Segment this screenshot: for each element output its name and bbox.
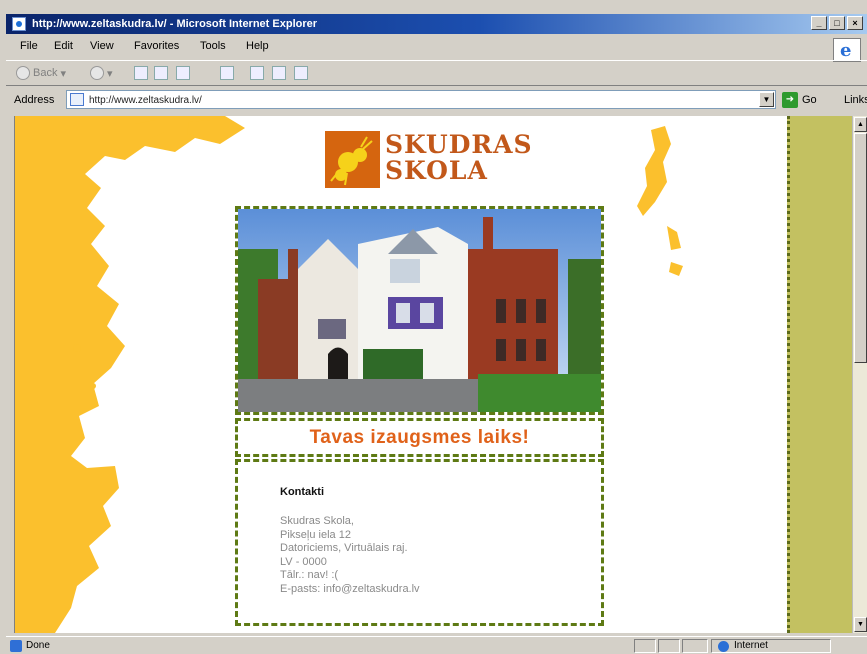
menu-favorites[interactable]: Favorites [134, 40, 179, 52]
refresh-icon [154, 66, 168, 80]
address-dropdown-button[interactable]: ▼ [759, 92, 774, 107]
status-text: Done [26, 640, 50, 651]
logo-text-line1: SKUDRAS [385, 130, 533, 159]
links-button[interactable]: Links [844, 94, 867, 106]
school-logo[interactable]: SKUDRAS SKOLA [325, 131, 532, 189]
favorites-star-icon [250, 66, 264, 80]
ie-page-icon [12, 17, 26, 31]
forward-arrow-icon [90, 66, 104, 80]
back-button[interactable]: Back ▾ [16, 66, 66, 80]
school-photo-frame [235, 206, 604, 415]
mail-icon [294, 66, 308, 80]
globe-icon [718, 641, 729, 652]
status-cell [634, 639, 656, 653]
contact-heading: Kontakti [280, 486, 324, 498]
contact-line: Skudras Skola, [280, 515, 354, 527]
menu-file[interactable]: File [20, 40, 38, 52]
contact-line: Pikseļu iela 12 [280, 528, 351, 541]
menu-tools[interactable]: Tools [200, 40, 226, 52]
scroll-up-button[interactable]: ▲ [854, 117, 867, 132]
minimize-button[interactable]: _ [811, 16, 827, 30]
url-input[interactable] [89, 93, 749, 107]
back-dropdown-icon: ▾ [60, 67, 66, 80]
ie-throbber-logo: e [833, 38, 861, 62]
zone-label: Internet [734, 640, 768, 651]
forward-dropdown-icon: ▾ [107, 67, 113, 80]
security-zone: Internet [711, 639, 831, 653]
page-done-icon [10, 640, 22, 652]
page-icon [70, 93, 84, 106]
standard-toolbar: Back ▾ ▾ [6, 60, 867, 86]
window-title: http://www.zeltaskudra.lv/ - Microsoft I… [32, 18, 318, 30]
back-label: Back [33, 67, 58, 79]
refresh-button[interactable] [154, 66, 168, 80]
address-bar: Address ▼ ➜ Go Links [6, 88, 867, 112]
vertical-scrollbar[interactable]: ▲ ▼ [852, 116, 867, 633]
scroll-thumb[interactable] [854, 133, 867, 363]
stop-button[interactable] [134, 66, 148, 80]
slogan-text: Tavas izaugsmes laiks! [309, 427, 530, 448]
search-icon [220, 66, 234, 80]
scroll-down-button[interactable]: ▼ [854, 617, 867, 632]
go-arrow-icon: ➜ [782, 91, 798, 108]
back-arrow-icon [16, 66, 30, 80]
history-button[interactable] [272, 66, 286, 80]
contact-details: Skudras Skola, Pikseļu iela 12 Datoricie… [280, 515, 420, 596]
menu-edit[interactable]: Edit [54, 40, 73, 52]
contact-line: LV - 0000 [280, 555, 327, 568]
right-side-panel [787, 116, 852, 633]
page-viewport: SKUDRAS SKOLA Tavas izaugsmes laiks! Kon… [14, 116, 852, 633]
menu-bar: File Edit View Favorites Tools Help [6, 36, 867, 56]
contact-email[interactable]: E-pasts: info@zeltaskudra.lv [280, 583, 420, 597]
stop-icon [134, 66, 148, 80]
contact-box: Kontakti Skudras Skola, Pikseļu iela 12 … [235, 459, 604, 626]
title-bar: http://www.zeltaskudra.lv/ - Microsoft I… [6, 14, 867, 34]
address-field[interactable]: ▼ [66, 90, 776, 109]
favorites-button[interactable] [250, 66, 264, 80]
slogan-box: Tavas izaugsmes laiks! [235, 418, 604, 457]
browser-window: http://www.zeltaskudra.lv/ - Microsoft I… [0, 0, 867, 654]
go-label: Go [802, 93, 817, 106]
go-button[interactable]: ➜ Go [782, 90, 817, 109]
menu-help[interactable]: Help [246, 40, 269, 52]
ant-logo-icon [325, 131, 380, 188]
history-icon [272, 66, 286, 80]
school-building-photo [238, 209, 601, 412]
close-button[interactable]: × [847, 16, 863, 30]
home-button[interactable] [176, 66, 190, 80]
menu-view[interactable]: View [90, 40, 114, 52]
maximize-button[interactable]: □ [829, 16, 845, 30]
forward-button[interactable]: ▾ [90, 66, 113, 80]
status-cell [658, 639, 680, 653]
contact-line: Tālr.: nav! :( [280, 569, 339, 581]
status-bar: Done Internet [6, 636, 867, 654]
mail-button[interactable] [294, 66, 308, 80]
status-cell [682, 639, 708, 653]
home-icon [176, 66, 190, 80]
logo-text-line2: SKOLA [385, 156, 488, 185]
search-button[interactable] [220, 66, 234, 80]
address-label: Address [14, 94, 55, 106]
contact-line: Datoriciems, Virtuālais raj. [280, 542, 408, 554]
